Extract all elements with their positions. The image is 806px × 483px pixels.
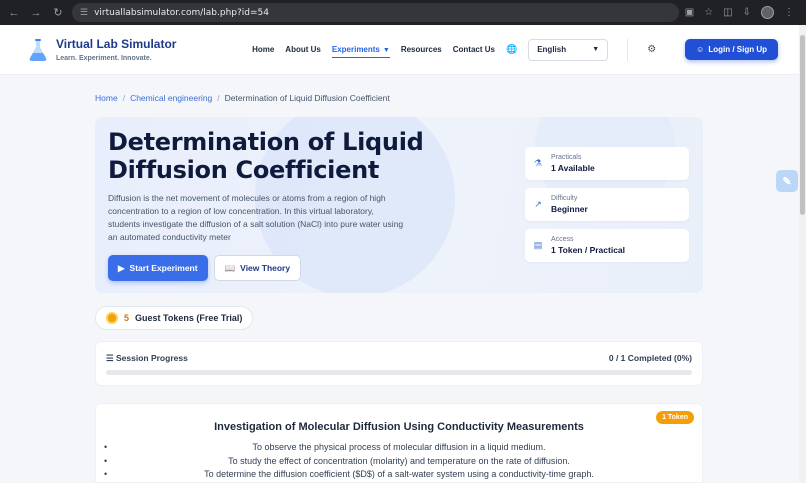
progress-bar <box>106 370 692 375</box>
nav-contact[interactable]: Contact Us <box>453 45 495 54</box>
meta-label: Access <box>551 236 574 243</box>
user-icon: ☺ <box>696 45 705 54</box>
chevron-down-icon: ▼ <box>592 46 600 53</box>
profile-icon[interactable] <box>761 6 774 19</box>
reload-icon[interactable]: ↻ <box>50 5 66 21</box>
nav-about[interactable]: About Us <box>285 45 321 54</box>
bullet-icon: • <box>104 442 108 452</box>
scrollbar-thumb[interactable] <box>800 35 805 215</box>
play-icon: ▶ <box>118 262 125 273</box>
login-signup-button[interactable]: ☺ Login / Sign Up <box>685 39 778 60</box>
objective-text: To determine the diffusion coefficient (… <box>204 469 594 479</box>
browser-toolbar: ← → ↻ ☰ virtuallabsimulator.com/lab.php?… <box>0 0 806 25</box>
nav-experiments[interactable]: Experiments ▼ <box>331 45 390 58</box>
site-header: Virtual Lab Simulator Learn. Experiment.… <box>0 25 806 75</box>
meta-value: Beginner <box>551 204 588 214</box>
address-url: virtuallabsimulator.com/lab.php?id=54 <box>94 7 269 18</box>
breadcrumb-separator: / <box>217 93 220 103</box>
nav-home[interactable]: Home <box>252 45 274 54</box>
forward-icon[interactable]: → <box>28 5 44 21</box>
extensions-icon[interactable]: ◫ <box>723 7 732 18</box>
bookmark-star-icon[interactable]: ☆ <box>704 7 713 18</box>
breadcrumb-home[interactable]: Home <box>95 93 118 103</box>
objective-text: To observe the physical process of molec… <box>252 442 546 452</box>
checklist-icon: ☰ <box>106 353 114 363</box>
meta-access: ▤ Access 1 Token / Practical <box>525 229 689 262</box>
session-progress-card: ☰ Session Progress 0 / 1 Completed (0%) <box>95 341 703 386</box>
meta-value: 1 Available <box>551 163 595 173</box>
meta-value: 1 Token / Practical <box>551 245 626 255</box>
main-nav: Home About Us Experiments ▼ Resources Con… <box>252 38 778 61</box>
install-app-icon[interactable]: ▣ <box>685 7 694 18</box>
experiment-title: Investigation of Molecular Diffusion Usi… <box>214 421 584 433</box>
breadcrumb: Home / Chemical engineering / Determinat… <box>95 93 390 103</box>
guest-tokens-pill: 5 Guest Tokens (Free Trial) <box>95 306 254 330</box>
start-experiment-label: Start Experiment <box>129 263 198 273</box>
meta-label: Practicals <box>551 154 582 161</box>
brand[interactable]: Virtual Lab Simulator Learn. Experiment.… <box>28 37 176 62</box>
page-scrollbar[interactable] <box>799 25 806 483</box>
nav-experiments-label: Experiments <box>331 45 380 54</box>
coins-icon: ▤ <box>533 240 543 250</box>
language-value: English <box>537 45 567 54</box>
site-settings-icon[interactable]: ☰ <box>80 7 88 18</box>
breadcrumb-category[interactable]: Chemical engineering <box>130 93 212 103</box>
brand-title: Virtual Lab Simulator <box>56 37 177 51</box>
token-count: 5 <box>124 313 130 323</box>
meta-label: Difficulty <box>551 195 578 202</box>
breadcrumb-separator: / <box>122 93 126 103</box>
list-item: • To determine the diffusion coefficient … <box>96 468 702 482</box>
objectives-list: • To observe the physical process of mole… <box>96 441 702 482</box>
hero-description: Diffusion is the net movement of molecul… <box>108 193 404 242</box>
login-label: Login / Sign Up <box>708 45 767 54</box>
coin-icon <box>106 312 118 324</box>
objective-text: To study the effect of concentration (mo… <box>228 455 570 466</box>
back-icon[interactable]: ← <box>6 5 22 21</box>
trend-chart-icon: ↗ <box>534 199 542 209</box>
globe-icon: 🌐 <box>505 44 518 54</box>
session-progress-stat: 0 / 1 Completed (0%) <box>608 353 692 363</box>
menu-icon[interactable]: ⋮ <box>784 7 794 18</box>
floating-widget-button[interactable]: ✎ <box>776 170 798 192</box>
meta-difficulty: ↗ Difficulty Beginner <box>525 188 689 221</box>
list-item: • To study the effect of concentration (m… <box>96 455 702 469</box>
start-experiment-button[interactable]: ▶ Start Experiment <box>108 255 208 281</box>
page-title: Determination of Liquid Diffusion Coeffi… <box>108 128 424 184</box>
view-theory-label: View Theory <box>240 263 291 273</box>
book-icon: 📖 <box>224 262 236 273</box>
experiment-card: 1 Token Investigation of Molecular Diffu… <box>95 403 703 483</box>
flask-logo-icon <box>29 38 47 61</box>
language-select[interactable]: English ▼ <box>528 38 609 61</box>
download-icon[interactable]: ⇩ <box>743 7 751 18</box>
header-divider <box>627 38 629 61</box>
list-item: • To observe the physical process of mole… <box>96 441 702 455</box>
session-progress-label: Session Progress <box>116 353 188 363</box>
breadcrumb-current: Determination of Liquid Diffusion Coeffi… <box>224 93 390 103</box>
address-bar[interactable]: ☰ virtuallabsimulator.com/lab.php?id=54 <box>72 3 679 22</box>
bullet-icon: • <box>104 469 108 479</box>
gear-icon[interactable]: ⚙ <box>647 44 656 55</box>
chevron-down-icon: ▼ <box>382 47 390 54</box>
lab-meta-list: ⚗ Practicals 1 Available ↗ Difficulty Be… <box>525 147 689 262</box>
nav-resources[interactable]: Resources <box>401 45 442 54</box>
hero-card: Determination of Liquid Diffusion Coeffi… <box>95 117 703 293</box>
flask-icon: ⚗ <box>533 158 543 168</box>
pencil-icon: ✎ <box>782 175 792 188</box>
brand-tagline: Learn. Experiment. Innovate. <box>56 55 152 62</box>
meta-practicals: ⚗ Practicals 1 Available <box>525 147 689 180</box>
bullet-icon: • <box>104 455 108 466</box>
session-progress-title: ☰ Session Progress <box>106 353 188 364</box>
view-theory-button[interactable]: 📖 View Theory <box>213 255 302 281</box>
token-label: Guest Tokens (Free Trial) <box>135 313 243 323</box>
